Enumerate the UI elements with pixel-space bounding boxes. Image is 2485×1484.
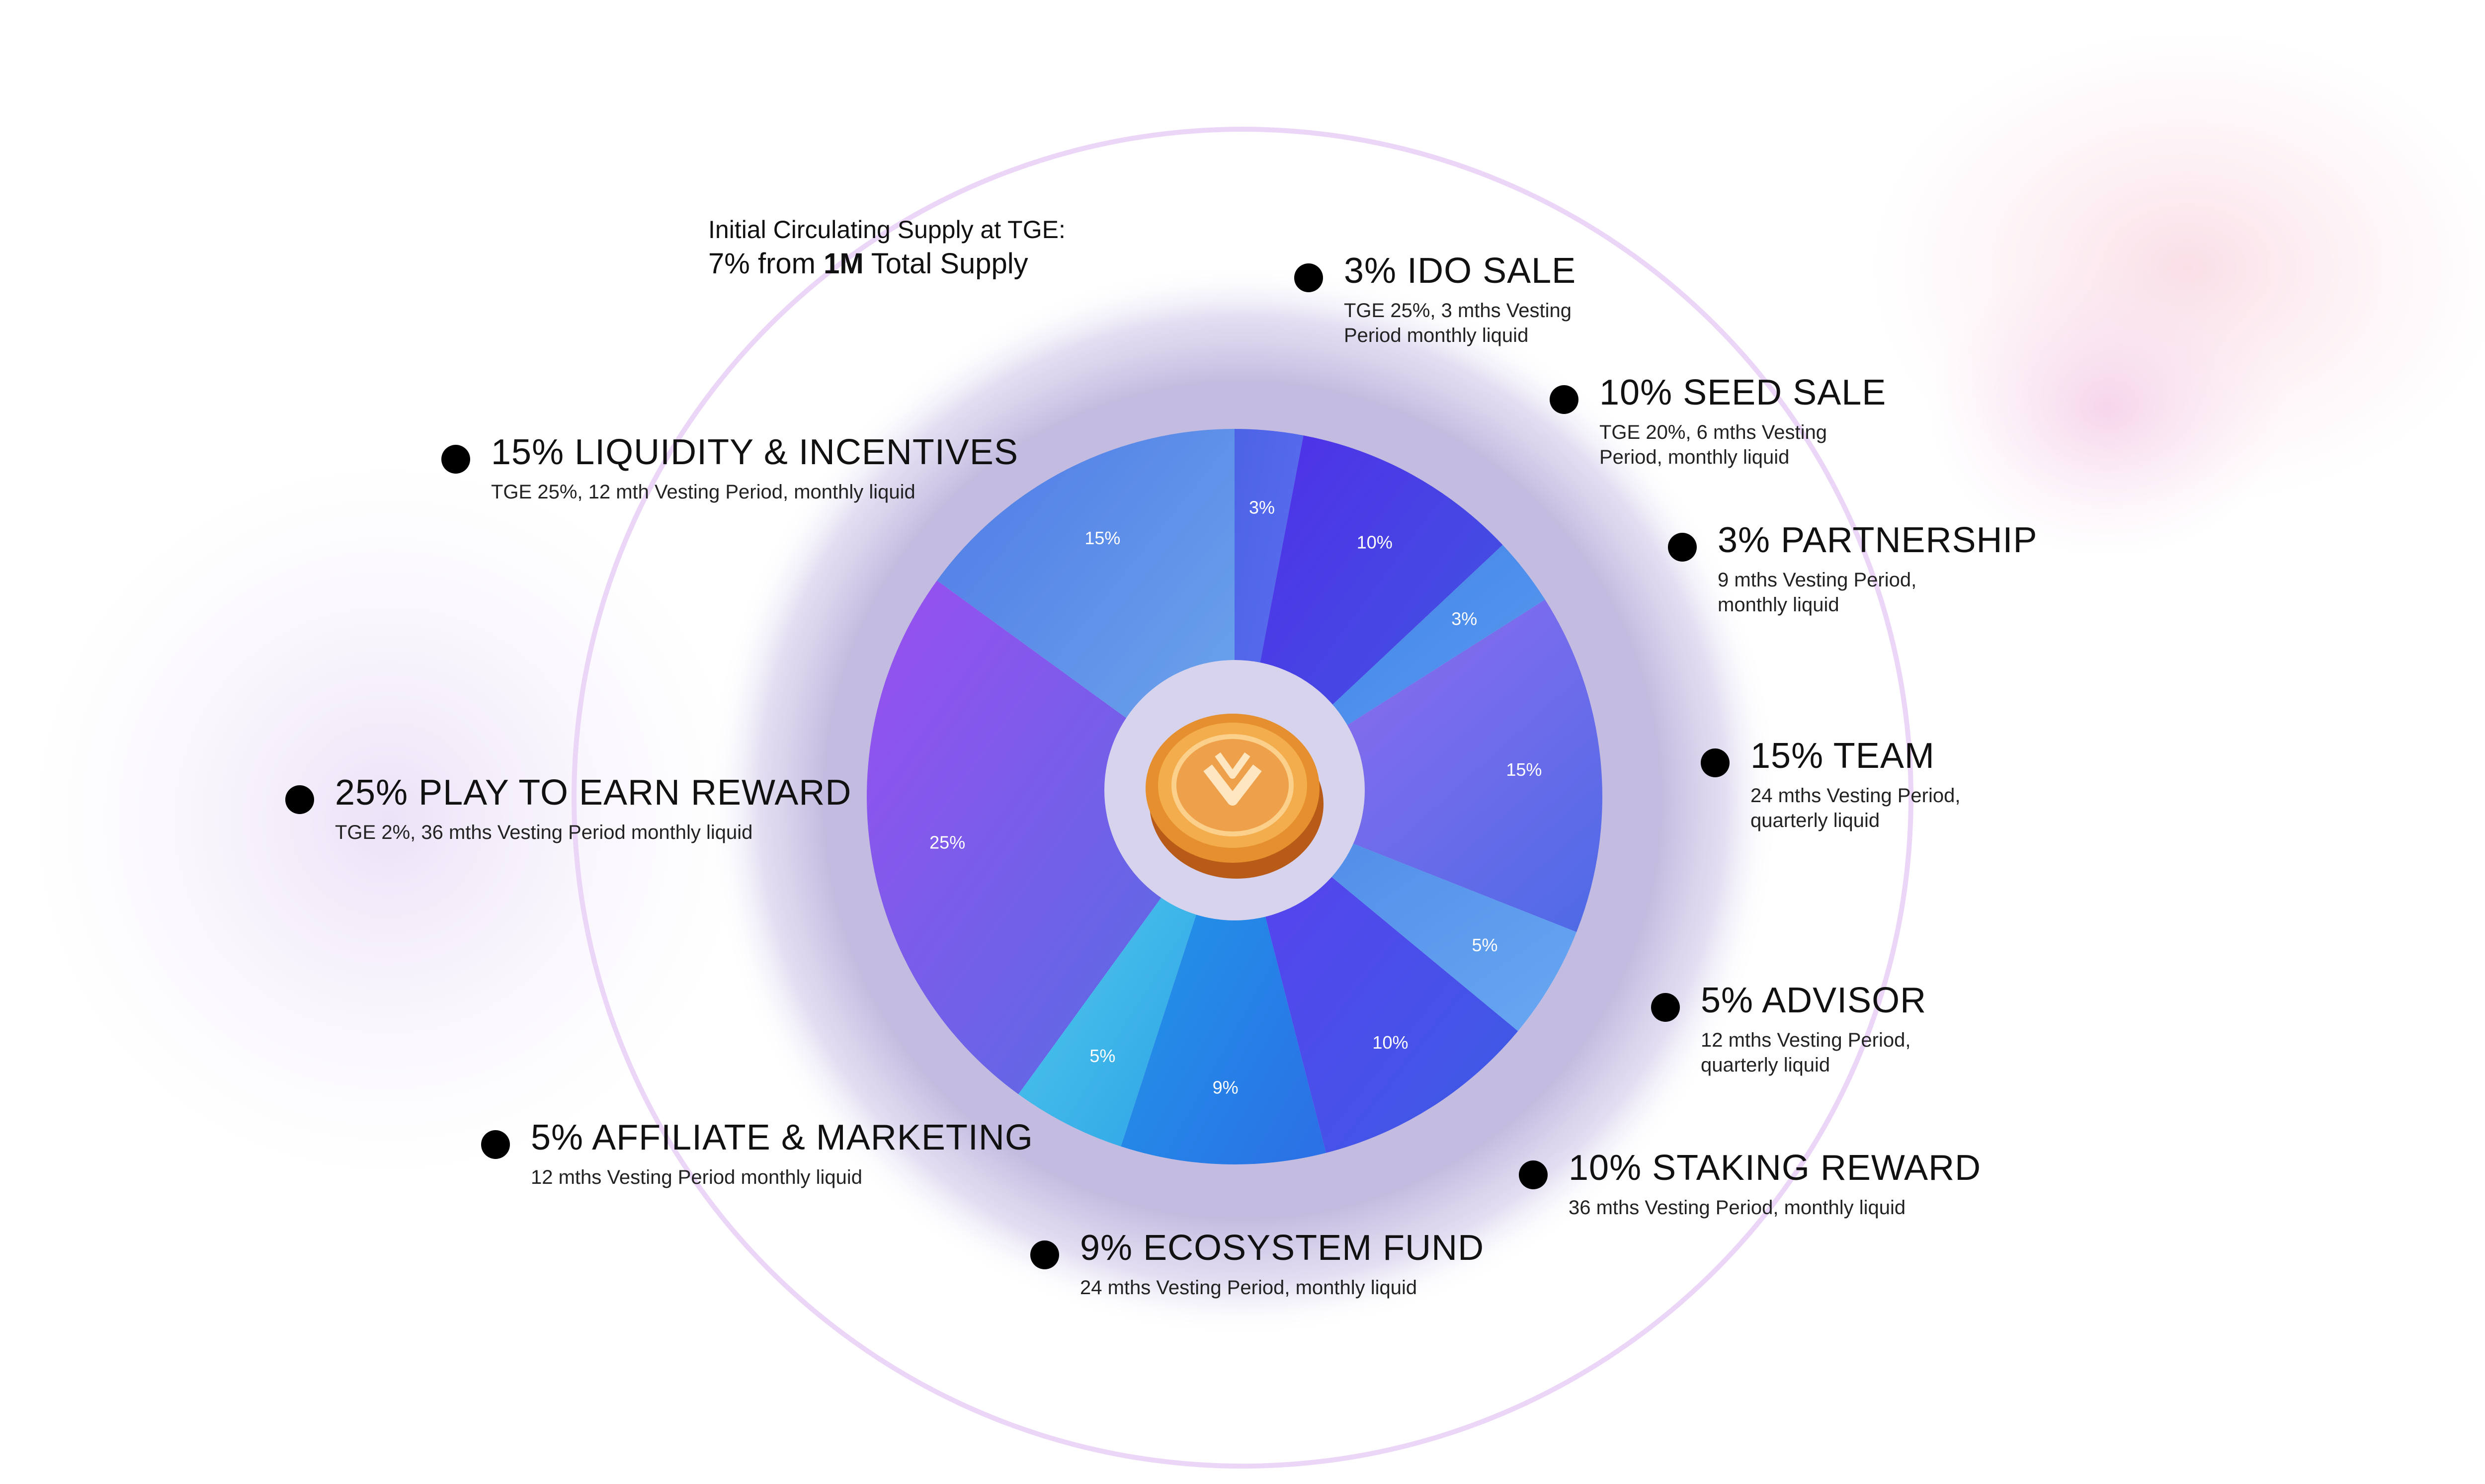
legend-title: 5% ADVISOR: [1701, 981, 1927, 1020]
bullet-dot: [1668, 533, 1697, 562]
legend-title: 10% SEED SALE: [1599, 373, 1887, 412]
bullet-dot: [1550, 385, 1578, 414]
slice-value-label: 25%: [929, 832, 965, 853]
slice-value-label: 5%: [1089, 1046, 1115, 1066]
legend-desc: 36 mths Vesting Period, monthly liquid: [1569, 1197, 1906, 1219]
supply-total: 7% from 1M Total Supply: [708, 247, 1028, 280]
legend-title: 15% TEAM: [1750, 736, 1935, 776]
legend-desc: 12 mths Vesting Period monthly liquid: [531, 1166, 863, 1188]
slice-value-label: 10%: [1372, 1032, 1408, 1053]
legend-title: 10% STAKING REWARD: [1569, 1148, 1982, 1188]
legend-desc: 24 mths Vesting Period, quarterly liquid: [1750, 785, 1961, 831]
slice-value-label: 3%: [1249, 497, 1275, 518]
supply-heading: Initial Circulating Supply at TGE:: [708, 216, 1066, 244]
legend-desc: TGE 25%, 12 mth Vesting Period, monthly …: [491, 481, 915, 503]
legend-desc: TGE 2%, 36 mths Vesting Period monthly l…: [335, 822, 753, 843]
legend-desc: 12 mths Vesting Period, quarterly liquid: [1701, 1029, 1911, 1076]
legend-desc: TGE 25%, 3 mths Vesting Period monthly l…: [1344, 300, 1572, 346]
legend-desc: 24 mths Vesting Period, monthly liquid: [1080, 1277, 1417, 1299]
bullet-dot: [1651, 993, 1680, 1022]
initial-supply-note: Initial Circulating Supply at TGE: 7% fr…: [708, 214, 1066, 282]
legend-title: 9% ECOSYSTEM FUND: [1080, 1228, 1485, 1268]
bullet-dot: [1030, 1240, 1059, 1269]
slice-value-label: 9%: [1213, 1077, 1239, 1098]
slice-value-label: 15%: [1084, 528, 1120, 548]
slice-value-label: 10%: [1357, 532, 1393, 552]
bullet-dot: [1519, 1160, 1548, 1189]
legend-desc: 9 mths Vesting Period, monthly liquid: [1718, 569, 1917, 616]
legend-title: 3% PARTNERSHIP: [1718, 520, 2038, 560]
legend-desc: TGE 20%, 6 mths Vesting Period, monthly …: [1599, 421, 1827, 468]
supply-amount: 1M: [824, 247, 864, 280]
bullet-dot: [481, 1130, 510, 1159]
legend-title: 25% PLAY TO EARN REWARD: [335, 773, 852, 813]
legend-title: 15% LIQUIDITY & INCENTIVES: [491, 432, 1018, 472]
bullet-dot: [285, 785, 314, 814]
bullet-dot: [441, 445, 470, 474]
legend-title: 5% AFFILIATE & MARKETING: [531, 1118, 1033, 1157]
slice-value-label: 15%: [1506, 759, 1542, 780]
legend-title: 3% IDO SALE: [1344, 251, 1576, 291]
slice-value-label: 5%: [1472, 935, 1498, 955]
bullet-dot: [1294, 263, 1323, 292]
slice-value-label: 3%: [1451, 608, 1477, 629]
coin-logo-icon: [1146, 714, 1324, 879]
bullet-dot: [1701, 748, 1730, 777]
